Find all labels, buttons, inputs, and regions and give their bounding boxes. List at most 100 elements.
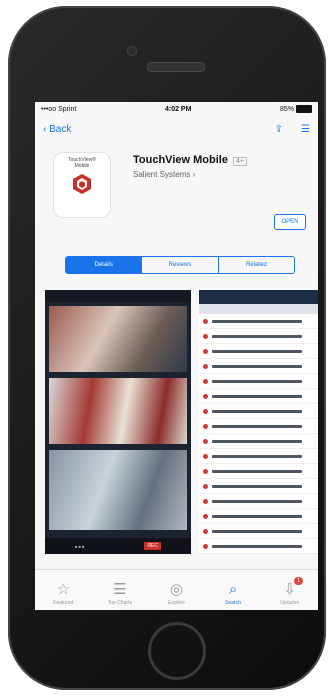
carrier-text: •••oo Sprint xyxy=(41,105,77,113)
segment-related[interactable]: Related xyxy=(217,257,294,273)
event-text xyxy=(212,469,302,473)
back-button[interactable]: ‹ Back xyxy=(43,124,71,135)
tab-search[interactable]: ⌕ Search xyxy=(207,581,259,610)
tab-featured-label: Featured xyxy=(53,600,74,606)
event-text xyxy=(212,529,302,533)
age-rating-badge: 4+ xyxy=(233,157,247,166)
alert-dot-icon xyxy=(203,408,208,414)
list-item xyxy=(199,374,318,389)
event-text xyxy=(212,484,302,488)
event-text xyxy=(212,379,302,383)
list-icon: ☰ xyxy=(113,581,127,598)
list-item xyxy=(199,344,318,359)
tab-updates-label: Updates xyxy=(280,600,299,606)
open-button[interactable]: OPEN xyxy=(274,214,306,230)
navigation-bar: ‹ Back ⇪ ☰ xyxy=(35,116,318,142)
segment-reviews[interactable]: Reviews xyxy=(141,257,218,273)
list-item xyxy=(199,449,318,464)
event-text xyxy=(212,424,302,428)
alert-dot-icon xyxy=(203,348,208,354)
front-camera xyxy=(127,46,137,56)
status-bar: •••oo Sprint 4:02 PM 85% xyxy=(35,102,318,116)
event-text xyxy=(212,319,302,323)
list-item xyxy=(199,329,318,344)
event-list-subheader xyxy=(199,304,318,314)
event-text xyxy=(212,439,302,443)
screenshot-bottombar: ■ ■ ■ REC xyxy=(45,538,191,554)
list-item xyxy=(199,539,318,554)
segmented-control: Details Reviews Related xyxy=(65,256,295,274)
list-item xyxy=(199,494,318,509)
rec-badge: REC xyxy=(144,542,161,550)
event-text xyxy=(212,364,302,368)
home-button[interactable] xyxy=(148,622,206,680)
clock-text: 4:02 PM xyxy=(164,105,192,113)
alert-dot-icon xyxy=(203,483,208,489)
screenshot-camera-grid[interactable]: ■ ■ ■ REC xyxy=(45,290,191,554)
alert-dot-icon xyxy=(203,438,208,444)
camera-feed-1 xyxy=(49,306,187,372)
segment-details[interactable]: Details xyxy=(66,257,142,273)
list-item xyxy=(199,419,318,434)
alert-dot-icon xyxy=(203,363,208,369)
tab-bar: ☆ Featured ☰ Top Charts ◎ Explore ⌕ Sear… xyxy=(35,569,318,610)
battery-indicator: 85% xyxy=(280,105,312,113)
camera-feed-2 xyxy=(49,378,187,444)
app-title: TouchView Mobile 4+ xyxy=(133,154,247,166)
alert-dot-icon xyxy=(203,543,208,549)
tab-top-charts[interactable]: ☰ Top Charts xyxy=(94,581,146,610)
search-icon: ⌕ xyxy=(228,581,238,598)
list-item xyxy=(199,389,318,404)
tab-explore-label: Explore xyxy=(168,600,185,606)
event-text xyxy=(212,454,302,458)
tab-updates[interactable]: ⇩ 1 Updates xyxy=(264,577,316,610)
screenshot-nav-dots: ■ ■ ■ xyxy=(74,543,85,549)
screenshots-carousel[interactable]: ■ ■ ■ REC xyxy=(45,290,318,554)
screenshot-topbar xyxy=(45,290,191,302)
developer-link[interactable]: Salient Systems › xyxy=(133,170,195,179)
alert-dot-icon xyxy=(203,468,208,474)
alert-dot-icon xyxy=(203,528,208,534)
share-icon[interactable]: ⇪ xyxy=(275,124,283,135)
back-label: Back xyxy=(49,123,72,135)
star-icon: ☆ xyxy=(56,581,71,598)
compass-icon: ◎ xyxy=(169,581,184,598)
event-text xyxy=(212,394,302,398)
event-text xyxy=(212,349,302,353)
screenshot-event-list[interactable] xyxy=(199,290,318,554)
screen: •••oo Sprint 4:02 PM 85% ‹ Back ⇪ ☰ Touc… xyxy=(35,102,318,610)
event-text xyxy=(212,514,302,518)
alert-dot-icon xyxy=(203,513,208,519)
salient-logo-icon xyxy=(73,174,91,194)
app-icon: TouchView® Mobile xyxy=(53,152,111,218)
phone-frame: •••oo Sprint 4:02 PM 85% ‹ Back ⇪ ☰ Touc… xyxy=(8,6,326,690)
list-item xyxy=(199,314,318,329)
tab-explore[interactable]: ◎ Explore xyxy=(150,581,202,610)
app-name-text: TouchView Mobile xyxy=(133,154,228,166)
event-text xyxy=(212,409,302,413)
event-list-topbar xyxy=(199,290,318,304)
tab-top-charts-label: Top Charts xyxy=(107,600,132,606)
alert-dot-icon xyxy=(203,333,208,339)
list-item xyxy=(199,524,318,539)
chevron-right-icon: › xyxy=(192,170,196,179)
list-item xyxy=(199,464,318,479)
list-item xyxy=(199,434,318,449)
tab-featured[interactable]: ☆ Featured xyxy=(37,581,89,610)
app-header: TouchView® Mobile TouchView Mobile 4+ Sa… xyxy=(35,142,318,242)
alert-dot-icon xyxy=(203,423,208,429)
list-item xyxy=(199,479,318,494)
event-text xyxy=(212,499,302,503)
developer-name: Salient Systems xyxy=(133,170,191,179)
app-icon-title-line2: Mobile xyxy=(74,163,90,169)
alert-dot-icon xyxy=(203,318,208,324)
alert-dot-icon xyxy=(203,393,208,399)
battery-percent: 85% xyxy=(280,105,295,113)
list-item xyxy=(199,404,318,419)
list-item xyxy=(199,509,318,524)
list-icon[interactable]: ☰ xyxy=(301,124,310,135)
chevron-left-icon: ‹ xyxy=(43,123,47,135)
battery-icon xyxy=(296,105,312,113)
app-icon-title: TouchView® Mobile xyxy=(68,157,96,169)
alert-dot-icon xyxy=(203,453,208,459)
